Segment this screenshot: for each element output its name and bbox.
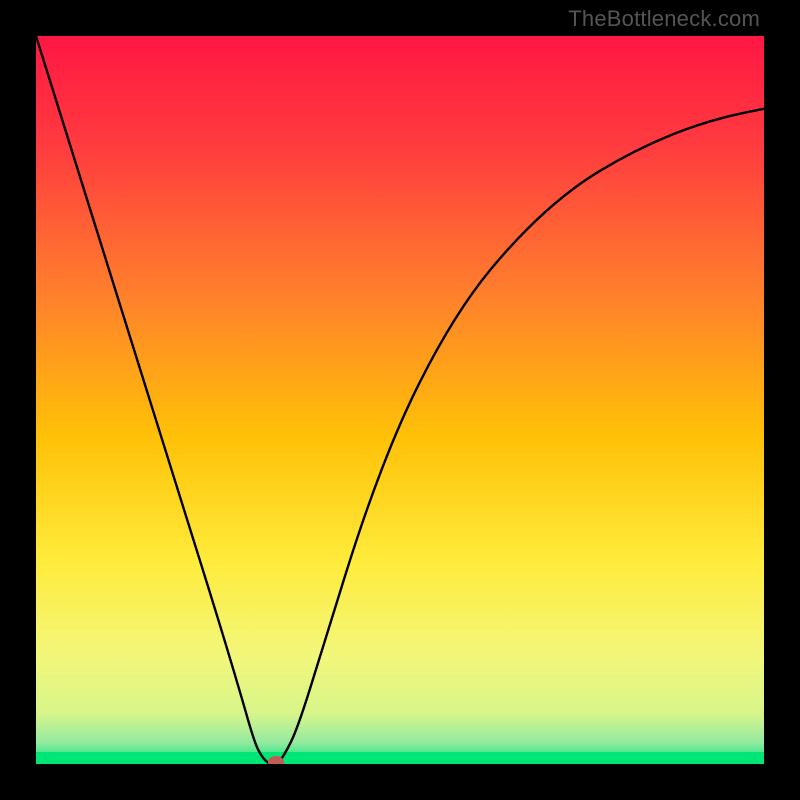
watermark-text: TheBottleneck.com xyxy=(568,6,760,32)
plot-area xyxy=(36,36,764,764)
bottleneck-curve xyxy=(36,36,764,764)
curve-layer xyxy=(36,36,764,764)
chart-container: TheBottleneck.com xyxy=(0,0,800,800)
optimum-marker-icon xyxy=(268,756,284,764)
